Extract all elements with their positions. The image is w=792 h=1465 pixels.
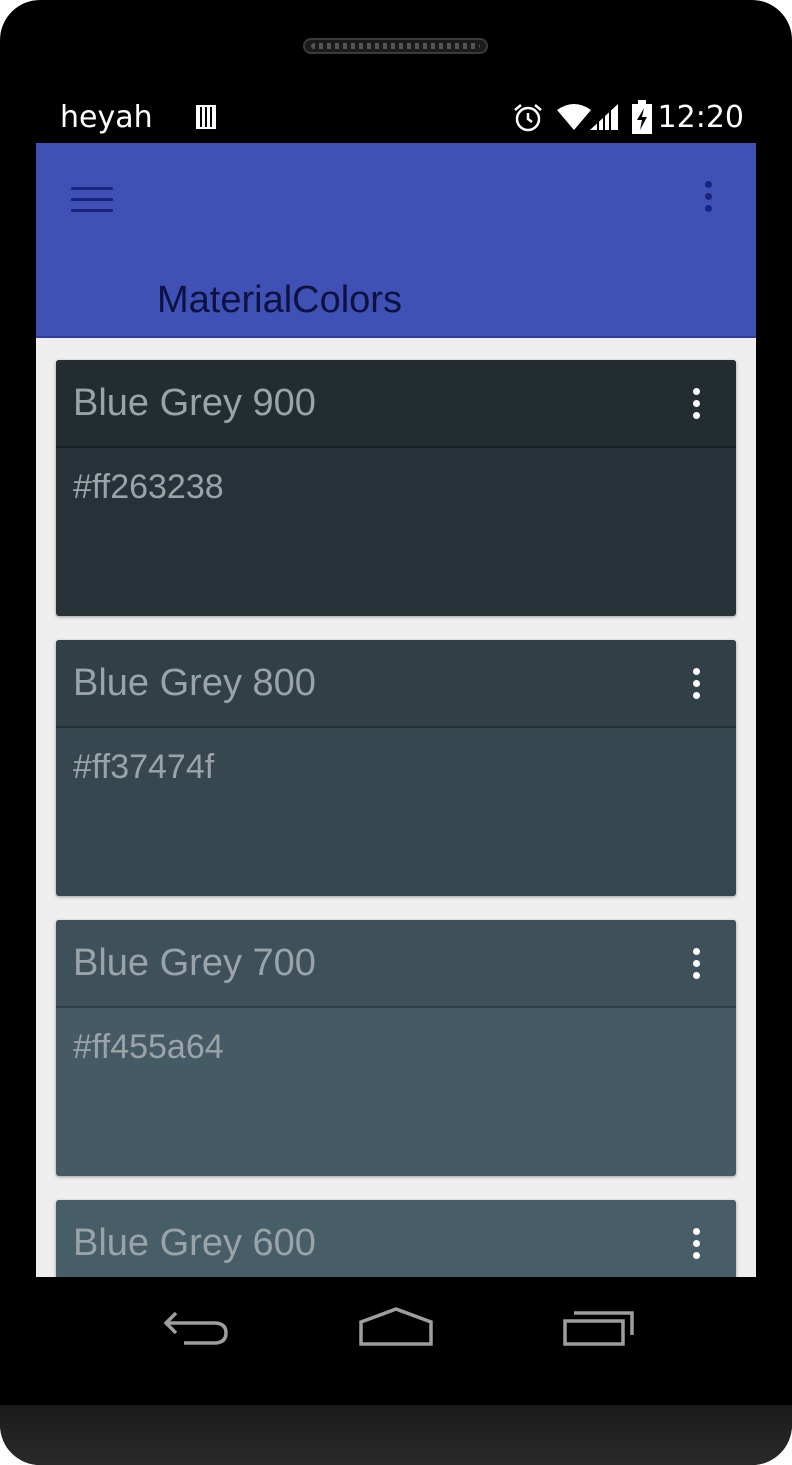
color-name: Blue Grey 600 [73, 1222, 316, 1264]
phone-frame: heyah 12:20 MaterialColors Blue Grey 900… [0, 0, 792, 1465]
card-header: Blue Grey 600 [56, 1200, 736, 1277]
card-overflow-icon[interactable] [689, 388, 703, 422]
app-screen: MaterialColors Blue Grey 900 #ff263238 B… [36, 143, 756, 1277]
card-header: Blue Grey 900 [56, 360, 736, 448]
color-card[interactable]: Blue Grey 900 #ff263238 [56, 360, 736, 616]
alarm-icon [514, 104, 542, 132]
color-name: Blue Grey 900 [73, 382, 316, 424]
card-header: Blue Grey 800 [56, 640, 736, 728]
app-title: MaterialColors [157, 279, 402, 321]
color-hex: #ff37474f [73, 748, 215, 786]
app-bar: MaterialColors [36, 143, 756, 338]
card-overflow-icon[interactable] [689, 948, 703, 982]
carrier-name: heyah [60, 100, 153, 135]
color-hex: #ff263238 [73, 468, 224, 506]
status-bar: heyah 12:20 [36, 96, 756, 142]
color-card[interactable]: Blue Grey 600 [56, 1200, 736, 1277]
recents-icon[interactable] [562, 1307, 636, 1347]
clock: 12:20 [657, 100, 744, 135]
color-hex: #ff455a64 [73, 1028, 224, 1066]
color-card[interactable]: Blue Grey 800 #ff37474f [56, 640, 736, 896]
phone-chin [0, 1405, 792, 1465]
color-name: Blue Grey 800 [73, 662, 316, 704]
wifi-icon [557, 104, 591, 130]
navigation-bar [0, 1277, 792, 1405]
card-overflow-icon[interactable] [689, 668, 703, 702]
color-card[interactable]: Blue Grey 700 #ff455a64 [56, 920, 736, 1176]
signal-icon [590, 104, 618, 130]
card-overflow-icon[interactable] [689, 1228, 703, 1262]
battery-charging-icon [632, 100, 652, 134]
color-name: Blue Grey 700 [73, 942, 316, 984]
menu-icon[interactable] [71, 187, 113, 217]
overflow-menu-icon[interactable] [700, 181, 716, 217]
sim-icon [196, 105, 216, 129]
speaker-grille [303, 38, 488, 54]
back-icon[interactable] [162, 1307, 232, 1347]
home-icon[interactable] [358, 1307, 434, 1347]
card-header: Blue Grey 700 [56, 920, 736, 1008]
